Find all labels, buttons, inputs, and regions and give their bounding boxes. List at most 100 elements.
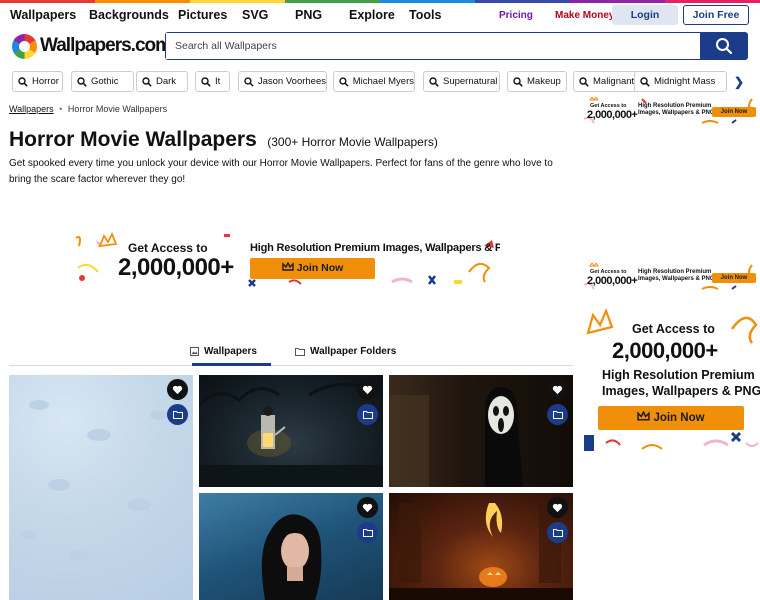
ad-number: 2,000,000+ bbox=[612, 338, 718, 363]
ad-right-top[interactable]: Get Access to 2,000,000+ High Resolution… bbox=[582, 97, 760, 127]
search-icon bbox=[640, 76, 650, 87]
search-icon bbox=[201, 76, 211, 87]
tag-michael-myers[interactable]: Michael Myers bbox=[333, 71, 415, 92]
tag-horror[interactable]: Horror bbox=[12, 71, 63, 92]
search-button[interactable] bbox=[700, 33, 747, 59]
folder-icon bbox=[362, 411, 373, 419]
ad-headline-2: Images, Wallpapers & PNG bbox=[638, 110, 715, 116]
search-icon bbox=[429, 76, 439, 87]
tag-jason-voorhees[interactable]: Jason Voorhees bbox=[238, 71, 327, 92]
tag-label: It bbox=[215, 76, 221, 87]
heart-icon bbox=[362, 503, 373, 512]
ad-headline: High Resolution Premium Images, Wallpape… bbox=[250, 242, 500, 254]
nav-svg[interactable]: SVG bbox=[242, 8, 268, 22]
ad-join-label: Join Now bbox=[653, 412, 705, 424]
folder-icon bbox=[362, 529, 373, 537]
wallpaper-image bbox=[199, 383, 383, 487]
top-nav: Wallpapers Backgrounds Pictures SVG PNG … bbox=[0, 3, 760, 29]
search-icon bbox=[339, 76, 349, 87]
ad-number: 2,000,000+ bbox=[587, 109, 638, 121]
tab-wallpaper-folders[interactable]: Wallpaper Folders bbox=[295, 346, 396, 357]
tag-label: Supernatural bbox=[443, 76, 498, 87]
tag-gothic[interactable]: Gothic bbox=[71, 71, 134, 92]
ad-right-large[interactable]: Get Access to 2,000,000+ High Resolution… bbox=[582, 303, 760, 455]
nav-png[interactable]: PNG bbox=[295, 8, 322, 22]
ad-number: 2,000,000+ bbox=[118, 254, 234, 281]
tag-malignant[interactable]: Malignant bbox=[573, 71, 641, 92]
tag-supernatural[interactable]: Supernatural bbox=[423, 71, 500, 92]
favorite-button[interactable] bbox=[547, 497, 568, 518]
tag-dark[interactable]: Dark bbox=[136, 71, 188, 92]
ad-join-now-button[interactable]: Join Now bbox=[598, 406, 744, 430]
ad-right-mid[interactable]: Get Access to 2,000,000+ High Resolution… bbox=[582, 263, 760, 293]
nav-tools[interactable]: Tools bbox=[409, 8, 441, 22]
site-logo[interactable]: Wallpapers.com bbox=[12, 33, 172, 59]
tag-label: Malignant bbox=[593, 76, 635, 87]
tag-label: Gothic bbox=[91, 76, 119, 87]
ad-join-now-button[interactable]: Join Now bbox=[712, 107, 756, 117]
ad-join-label: Join Now bbox=[720, 109, 748, 115]
wallpaper-tile[interactable] bbox=[389, 493, 573, 600]
tag-label: Horror bbox=[32, 76, 59, 87]
ad-join-now-button[interactable]: Join Now bbox=[250, 258, 375, 279]
search-icon bbox=[142, 76, 152, 87]
search-icon bbox=[579, 76, 589, 87]
breadcrumb: Wallpapers • Horror Movie Wallpapers bbox=[9, 104, 167, 114]
search-icon bbox=[244, 76, 254, 87]
search-icon bbox=[715, 38, 732, 55]
nav-backgrounds[interactable]: Backgrounds bbox=[89, 8, 169, 22]
nav-make-money[interactable]: Make Money bbox=[555, 10, 614, 21]
search-icon bbox=[18, 76, 28, 87]
ad-banner-main[interactable]: Get Access to 2,000,000+ High Resolution… bbox=[74, 232, 500, 288]
ad-headline-2: Images, Wallpapers & PNG bbox=[638, 276, 715, 282]
tag-label: Michael Myers bbox=[352, 76, 414, 87]
nav-pricing[interactable]: Pricing bbox=[499, 10, 533, 21]
image-icon bbox=[190, 347, 199, 356]
tag-it[interactable]: It bbox=[195, 71, 230, 92]
save-to-folder-button[interactable] bbox=[167, 404, 188, 425]
tag-label: Dark bbox=[156, 76, 177, 87]
save-to-folder-button[interactable] bbox=[357, 522, 378, 543]
tag-makeup[interactable]: Makeup bbox=[507, 71, 567, 92]
search-bar bbox=[165, 32, 748, 60]
wallpaper-image bbox=[21, 400, 180, 580]
nav-explore[interactable]: Explore bbox=[349, 8, 395, 22]
ad-join-now-button[interactable]: Join Now bbox=[712, 273, 756, 283]
favorite-button[interactable] bbox=[547, 379, 568, 400]
wallpaper-tile[interactable] bbox=[199, 375, 383, 487]
ad-get-access: Get Access to bbox=[128, 241, 208, 255]
folder-icon bbox=[552, 529, 563, 537]
favorite-button[interactable] bbox=[357, 379, 378, 400]
search-input[interactable] bbox=[166, 33, 700, 59]
chevron-right-icon[interactable]: ❯ bbox=[734, 75, 744, 89]
page-description: Get spooked every time you unlock your d… bbox=[9, 158, 553, 185]
tag-midnight-mass[interactable]: Midnight Mass bbox=[634, 71, 727, 92]
ad-number: 2,000,000+ bbox=[587, 275, 638, 287]
crown-icon bbox=[637, 410, 651, 421]
tag-label: Jason Voorhees bbox=[257, 76, 326, 87]
tab-wallpapers[interactable]: Wallpapers bbox=[190, 346, 257, 357]
tag-label: Makeup bbox=[527, 76, 561, 87]
wallpaper-tile[interactable] bbox=[389, 375, 573, 487]
save-to-folder-button[interactable] bbox=[547, 522, 568, 543]
breadcrumb-wallpapers[interactable]: Wallpapers bbox=[9, 104, 54, 114]
logo-icon bbox=[12, 33, 37, 59]
folder-icon bbox=[552, 411, 563, 419]
tab-label: Wallpaper Folders bbox=[310, 346, 397, 357]
wallpaper-tile[interactable] bbox=[9, 375, 193, 600]
join-free-button[interactable]: Join Free bbox=[683, 5, 749, 25]
save-to-folder-button[interactable] bbox=[357, 404, 378, 425]
login-button[interactable]: Login bbox=[612, 5, 678, 25]
save-to-folder-button[interactable] bbox=[547, 404, 568, 425]
tag-label: Midnight Mass bbox=[654, 76, 716, 87]
search-icon bbox=[77, 76, 87, 87]
favorite-button[interactable] bbox=[357, 497, 378, 518]
wallpaper-tile[interactable] bbox=[199, 493, 383, 600]
wallpaper-image bbox=[389, 387, 523, 487]
nav-pictures[interactable]: Pictures bbox=[178, 8, 227, 22]
nav-wallpapers[interactable]: Wallpapers bbox=[10, 8, 76, 22]
content-tabs: Wallpapers Wallpaper Folders bbox=[9, 342, 573, 366]
favorite-button[interactable] bbox=[167, 379, 188, 400]
page-heading: Horror Movie Wallpapers (300+ Horror Mov… bbox=[9, 128, 438, 152]
ad-join-label: Join Now bbox=[720, 275, 748, 281]
